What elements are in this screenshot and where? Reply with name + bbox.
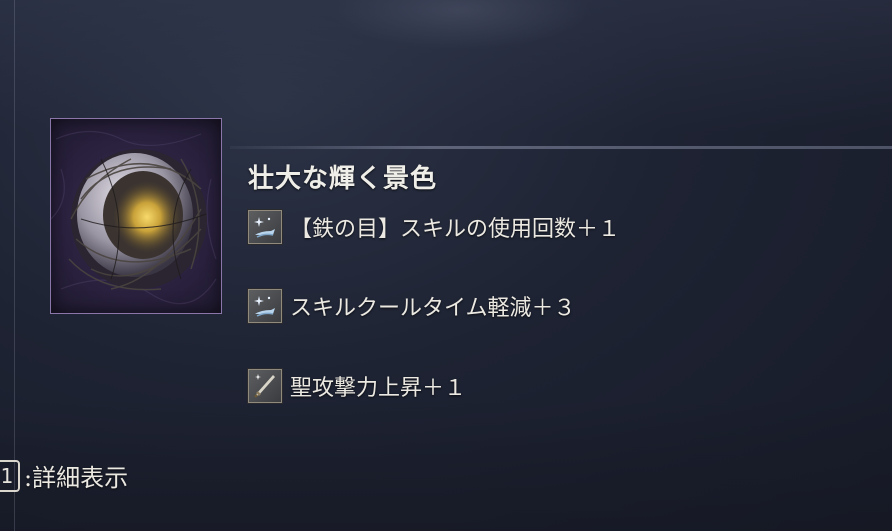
- nest-relic-icon: [51, 130, 217, 305]
- effect-row: 聖攻撃力上昇＋１: [248, 368, 466, 404]
- relic-item-slot[interactable]: [50, 118, 222, 314]
- effect-row: 【鉄の目】スキルの使用回数＋１: [248, 209, 620, 245]
- effect-text: 【鉄の目】スキルの使用回数＋１: [290, 217, 621, 242]
- key-badge: 1: [0, 459, 20, 492]
- details-label: :詳細表示: [24, 464, 129, 492]
- effect-row: スキルクールタイム軽減＋３: [248, 288, 576, 324]
- sparkle-hand-icon: [248, 210, 282, 244]
- sword-icon: [248, 369, 282, 403]
- panel-divider: [230, 146, 892, 149]
- sparkle-hand-icon: [248, 289, 282, 323]
- effect-text: スキルクールタイム軽減＋３: [290, 296, 576, 321]
- details-hint[interactable]: 1 :詳細表示: [0, 458, 128, 493]
- effect-text: 聖攻撃力上昇＋１: [290, 376, 467, 401]
- relic-name: 壮大な輝く景色: [248, 164, 438, 194]
